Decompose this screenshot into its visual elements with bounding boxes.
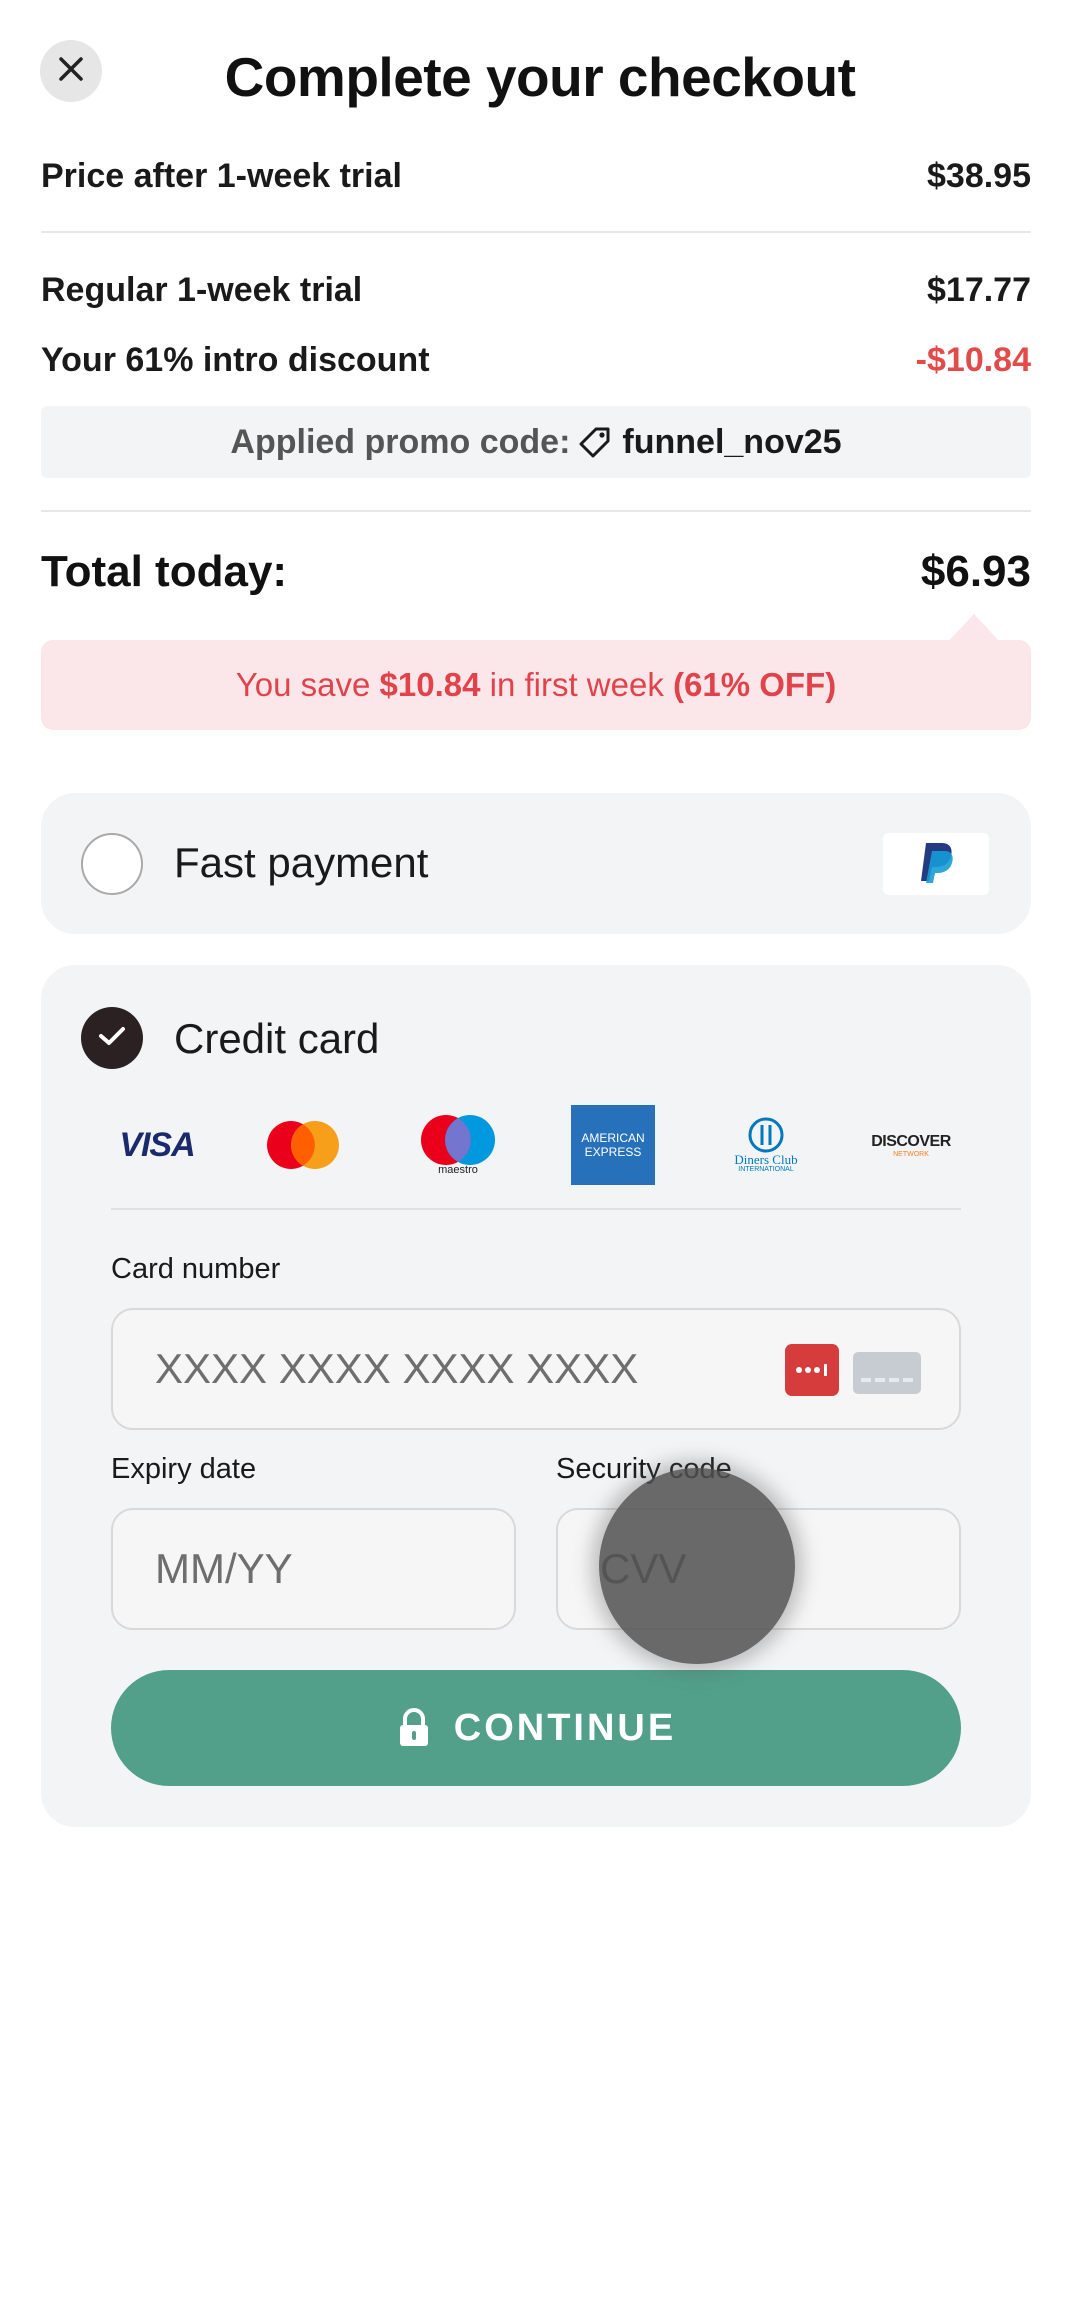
paypal-icon: [916, 839, 956, 890]
promo-label: Applied promo code:: [230, 422, 571, 461]
promo-code: funnel_nov25: [622, 422, 842, 461]
security-code-label: Security code: [556, 1453, 732, 1485]
cvv-placeholder: CVV: [600, 1545, 687, 1592]
total-label: Total today:: [41, 547, 288, 596]
discover-logo: DISCOVER NETWORK: [867, 1105, 955, 1185]
amex-logo: AMERICAN EXPRESS: [571, 1105, 655, 1185]
maestro-logo: maestro: [416, 1105, 500, 1185]
expiry-date-label: Expiry date: [111, 1453, 257, 1485]
maestro-icon: [421, 1115, 495, 1165]
total-value: $6.93: [920, 547, 1031, 596]
card-icon: [853, 1352, 921, 1394]
checkmark-icon: [97, 1024, 127, 1053]
fast-payment-radio[interactable]: [81, 833, 143, 895]
mastercard-logo: [263, 1105, 343, 1185]
amex-text-2: EXPRESS: [584, 1145, 642, 1159]
discount-value: -$10.84: [915, 340, 1031, 379]
fast-payment-label: Fast payment: [174, 839, 429, 886]
savings-banner: You save $10.84 in first week (61% OFF): [41, 640, 1031, 730]
lock-icon: [396, 1708, 432, 1748]
diners-club-icon: [748, 1117, 784, 1153]
discover-sub-text: NETWORK: [893, 1150, 929, 1158]
diners-club-logo: Diners Club INTERNATIONAL: [721, 1105, 811, 1185]
fast-payment-option[interactable]: Fast payment: [41, 793, 1031, 934]
expiry-date-input[interactable]: MM/YY: [111, 1508, 516, 1630]
card-number-label: Card number: [111, 1253, 281, 1285]
discount-label: Your 61% intro discount: [41, 340, 430, 379]
paypal-logo: [883, 833, 989, 895]
expiry-placeholder: MM/YY: [155, 1545, 293, 1592]
diners-text-1: Diners Club: [734, 1152, 798, 1167]
page-title: Complete your checkout: [224, 46, 856, 108]
visa-text: VISA: [119, 1125, 195, 1164]
save-middle: in first week: [489, 666, 664, 703]
total-row: Total today: $6.93: [41, 540, 1031, 604]
divider: [41, 510, 1031, 512]
checkout-sheet: Complete your checkout Price after 1-wee…: [0, 0, 1080, 2300]
maestro-text: maestro: [438, 1164, 478, 1176]
continue-label: CONTINUE: [453, 1706, 677, 1749]
card-number-placeholder: XXXX XXXX XXXX XXXX: [155, 1345, 639, 1392]
price-after-trial-row: Price after 1-week trial $38.95: [41, 150, 1031, 202]
save-prefix: You save: [235, 666, 371, 703]
save-banner-pointer: [948, 614, 1000, 642]
amex-text-1: AMERICAN: [581, 1131, 645, 1145]
price-after-trial-label: Price after 1-week trial: [41, 156, 402, 195]
regular-trial-label: Regular 1-week trial: [41, 270, 363, 309]
promo-code-banner: Applied promo code: funnel_nov25: [41, 406, 1031, 478]
discount-row: Your 61% intro discount -$10.84: [41, 334, 1031, 386]
discover-text: DISCOVER: [871, 1132, 951, 1150]
divider: [41, 231, 1031, 233]
credit-card-option: Credit card VISA maestro AMERICAN EXPRES…: [41, 965, 1031, 1827]
price-after-trial-value: $38.95: [927, 156, 1031, 195]
diners-text-2: INTERNATIONAL: [738, 1166, 794, 1173]
autofill-card-icon[interactable]: [785, 1344, 839, 1396]
regular-trial-row: Regular 1-week trial $17.77: [41, 264, 1031, 316]
security-code-input[interactable]: CVV: [556, 1508, 961, 1630]
continue-button[interactable]: CONTINUE: [111, 1670, 961, 1786]
visa-logo: VISA: [111, 1105, 203, 1185]
credit-card-radio[interactable]: [81, 1007, 143, 1069]
save-amount: $10.84: [379, 666, 481, 703]
regular-trial-value: $17.77: [927, 270, 1031, 309]
tag-icon: [578, 425, 612, 459]
card-number-input[interactable]: XXXX XXXX XXXX XXXX: [111, 1308, 961, 1430]
mastercard-icon: [267, 1121, 339, 1169]
save-percent: (61% OFF): [673, 666, 837, 703]
credit-card-label: Credit card: [174, 1015, 380, 1062]
divider: [111, 1208, 961, 1210]
